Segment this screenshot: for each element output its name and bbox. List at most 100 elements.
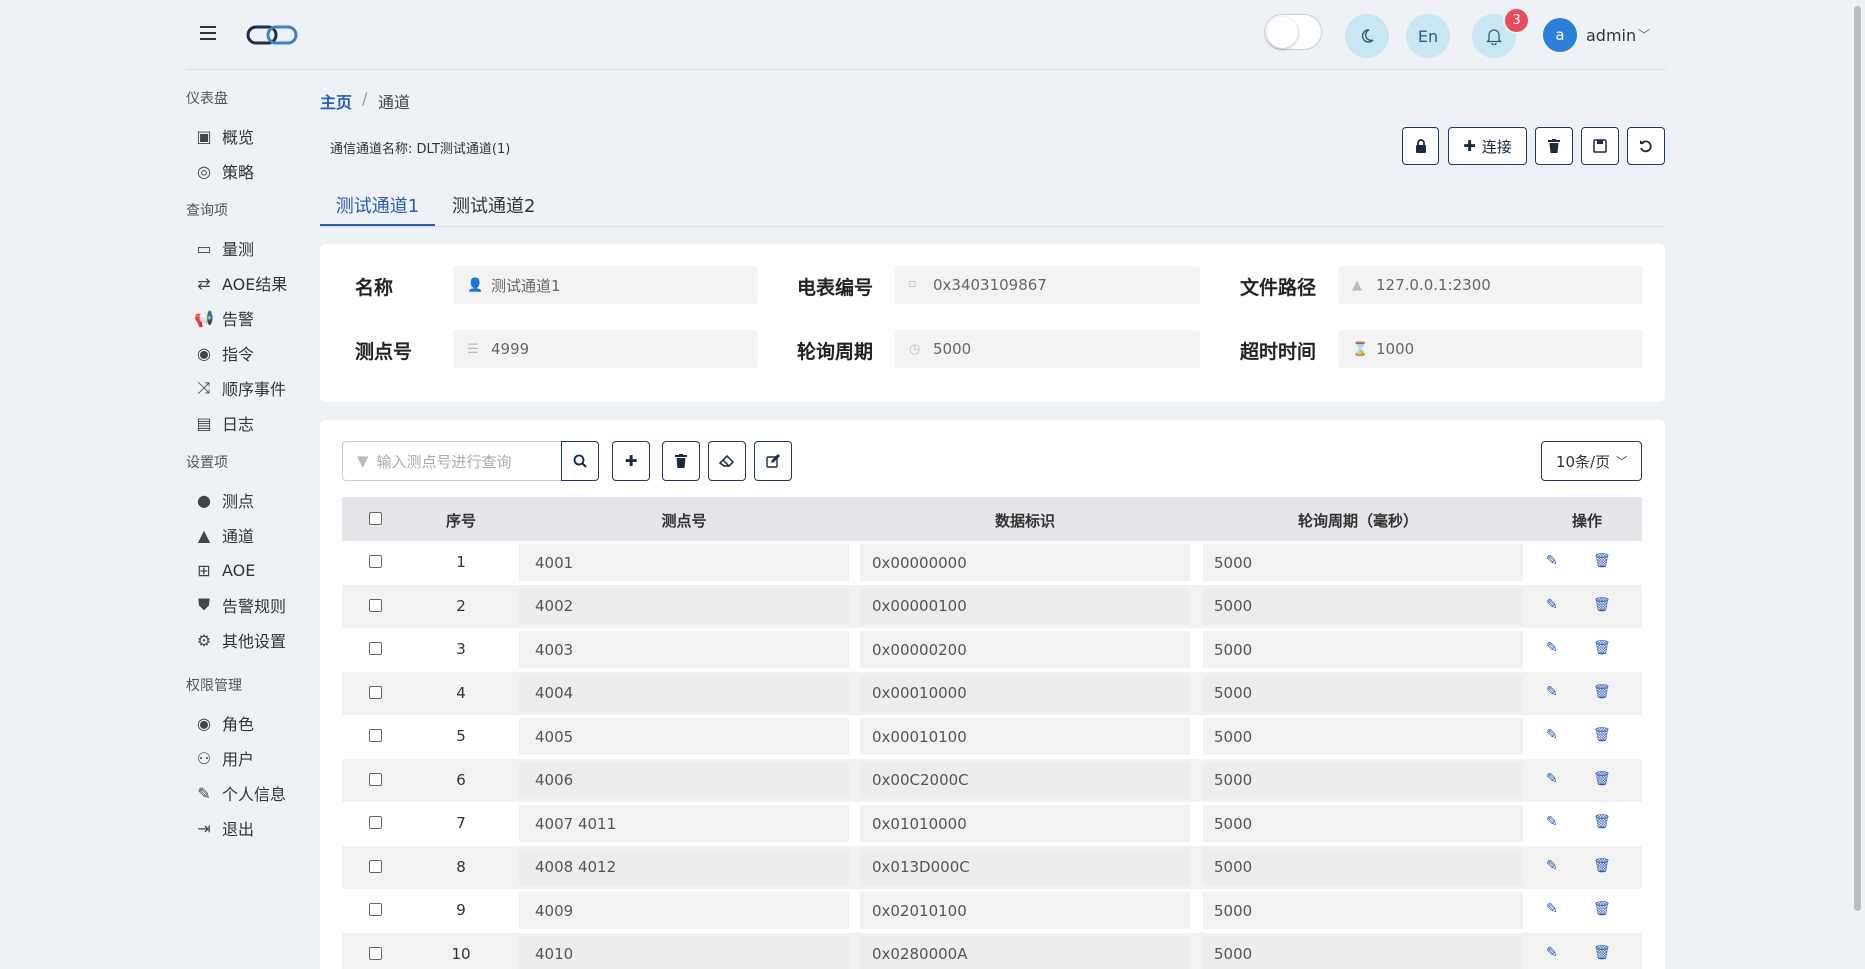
sidebar-item[interactable]: ⇄ AOE结果 xyxy=(196,269,287,297)
sidebar-item[interactable]: ▤ 日志 xyxy=(196,409,254,437)
point-input[interactable]: 4010 xyxy=(519,935,849,969)
period-input[interactable]: 5000 xyxy=(1203,848,1523,886)
delete-channel-button[interactable] xyxy=(1535,127,1573,165)
breadcrumb-home[interactable]: 主页 xyxy=(320,89,352,113)
sidebar-item[interactable]: 📢 告警 xyxy=(194,304,254,332)
lock-button[interactable] xyxy=(1402,127,1439,165)
period-input[interactable]: 5000 xyxy=(1203,892,1523,929)
refresh-button[interactable] xyxy=(1627,127,1665,165)
sidebar-item[interactable]: ▲ 通道 xyxy=(196,521,254,549)
delete-points-button[interactable] xyxy=(662,441,700,481)
connect-button[interactable]: ✚ 连接 xyxy=(1448,127,1527,165)
app-logo[interactable] xyxy=(246,24,298,50)
scrollbar-thumb[interactable] xyxy=(1854,6,1861,911)
edit-row-icon[interactable]: ✎ xyxy=(1546,640,1558,656)
timeout-field[interactable]: ⌛ 1000 xyxy=(1338,330,1643,368)
edit-points-button[interactable] xyxy=(754,441,792,481)
period-input[interactable]: 5000 xyxy=(1203,674,1523,712)
clear-button[interactable] xyxy=(708,441,746,481)
sidebar-item[interactable]: ✎ 个人信息 xyxy=(196,779,286,807)
data-id-input[interactable]: 0x013D000C xyxy=(860,848,1190,886)
per-page-select[interactable]: 10条/页 ﹀ xyxy=(1541,441,1642,481)
data-id-input[interactable]: 0x0280000A xyxy=(860,935,1190,969)
period-input[interactable]: 5000 xyxy=(1203,587,1523,625)
row-checkbox[interactable] xyxy=(369,903,382,916)
point-input[interactable]: 4004 xyxy=(519,674,849,712)
delete-row-icon[interactable]: 🗑 xyxy=(1593,640,1611,656)
period-input[interactable]: 5000 xyxy=(1203,805,1523,842)
period-input[interactable]: 5000 xyxy=(1203,544,1523,581)
row-checkbox[interactable] xyxy=(369,642,382,655)
edit-row-icon[interactable]: ✎ xyxy=(1546,597,1558,613)
sidebar-item[interactable]: ◉ 指令 xyxy=(196,339,254,367)
point-input[interactable]: 4002 xyxy=(519,587,849,625)
data-id-input[interactable]: 0x00C2000C xyxy=(860,761,1190,799)
points-field[interactable]: ☰ 4999 xyxy=(453,330,758,368)
row-checkbox[interactable] xyxy=(369,555,382,568)
edit-row-icon[interactable]: ✎ xyxy=(1546,814,1558,830)
sidebar-item[interactable]: ⚙ 其他设置 xyxy=(196,626,286,654)
user-name[interactable]: admin xyxy=(1586,26,1636,45)
delete-row-icon[interactable]: 🗑 xyxy=(1593,727,1611,743)
save-button[interactable] xyxy=(1581,127,1619,165)
point-input[interactable]: 4006 xyxy=(519,761,849,799)
sidebar-item[interactable]: ⊞ AOE xyxy=(196,556,255,584)
select-all-checkbox[interactable] xyxy=(369,512,382,525)
avatar[interactable]: a xyxy=(1543,18,1577,52)
dark-mode-button[interactable] xyxy=(1345,14,1389,58)
tab-channel-2[interactable]: 测试通道2 xyxy=(452,192,535,226)
add-point-button[interactable]: ✚ xyxy=(612,441,650,481)
sidebar-item[interactable]: ▭ 量测 xyxy=(196,234,254,262)
edit-row-icon[interactable]: ✎ xyxy=(1546,727,1558,743)
row-checkbox[interactable] xyxy=(369,946,382,960)
data-id-input[interactable]: 0x02010100 xyxy=(860,892,1190,929)
period-input[interactable]: 5000 xyxy=(1203,631,1523,668)
sidebar-item[interactable]: ⚇ 用户 xyxy=(196,744,254,772)
data-id-input[interactable]: 0x00010100 xyxy=(860,718,1190,755)
theme-switch[interactable] xyxy=(1264,14,1322,50)
search-input[interactable]: ▼ 输入测点号进行查询 xyxy=(342,441,562,481)
delete-row-icon[interactable]: 🗑 xyxy=(1593,553,1611,569)
sidebar-item[interactable]: ⤨ 顺序事件 xyxy=(196,374,286,402)
period-input[interactable]: 5000 xyxy=(1203,761,1523,799)
data-id-input[interactable]: 0x00000100 xyxy=(860,587,1190,625)
path-field[interactable]: ▲ 127.0.0.1:2300 xyxy=(1338,266,1643,304)
sidebar-item[interactable]: ▣ 概览 xyxy=(196,122,254,150)
point-input[interactable]: 4007 4011 xyxy=(519,805,849,842)
row-checkbox[interactable] xyxy=(369,598,382,612)
row-checkbox[interactable] xyxy=(369,859,382,873)
edit-row-icon[interactable]: ✎ xyxy=(1546,553,1558,569)
data-id-input[interactable]: 0x00000200 xyxy=(860,631,1190,668)
data-id-input[interactable]: 0x00010000 xyxy=(860,674,1190,712)
delete-row-icon[interactable]: 🗑 xyxy=(1593,858,1611,874)
tab-channel-1[interactable]: 测试通道1 xyxy=(320,192,435,226)
delete-row-icon[interactable]: 🗑 xyxy=(1593,597,1611,613)
meter-field[interactable]: ⌑ 0x3403109867 xyxy=(895,266,1200,304)
menu-toggle-icon[interactable] xyxy=(200,26,216,40)
point-input[interactable]: 4008 4012 xyxy=(519,848,849,886)
sidebar-item[interactable]: ◉ 角色 xyxy=(196,709,254,737)
row-checkbox[interactable] xyxy=(369,729,382,742)
row-checkbox[interactable] xyxy=(369,816,382,829)
period-input[interactable]: 5000 xyxy=(1203,935,1523,969)
data-id-input[interactable]: 0x00000000 xyxy=(860,544,1190,581)
data-id-input[interactable]: 0x01010000 xyxy=(860,805,1190,842)
edit-row-icon[interactable]: ✎ xyxy=(1546,858,1558,874)
name-field[interactable]: 👤 测试通道1 xyxy=(453,266,758,304)
chevron-down-icon[interactable]: ﹀ xyxy=(1638,26,1650,43)
sidebar-item[interactable]: ⛊ 告警规则 xyxy=(196,591,286,619)
delete-row-icon[interactable]: 🗑 xyxy=(1593,945,1611,961)
edit-row-icon[interactable]: ✎ xyxy=(1546,901,1558,917)
delete-row-icon[interactable]: 🗑 xyxy=(1593,901,1611,917)
point-input[interactable]: 4001 xyxy=(519,544,849,581)
search-button[interactable] xyxy=(561,441,599,481)
edit-row-icon[interactable]: ✎ xyxy=(1546,684,1558,700)
sidebar-item[interactable]: ● 测点 xyxy=(196,486,254,514)
sidebar-item[interactable]: ◎ 策略 xyxy=(196,157,254,185)
sidebar-item[interactable]: ⇥ 退出 xyxy=(196,814,254,842)
edit-row-icon[interactable]: ✎ xyxy=(1546,771,1558,787)
row-checkbox[interactable] xyxy=(369,772,382,786)
point-input[interactable]: 4005 xyxy=(519,718,849,755)
language-button[interactable]: En xyxy=(1406,14,1450,58)
delete-row-icon[interactable]: 🗑 xyxy=(1593,771,1611,787)
